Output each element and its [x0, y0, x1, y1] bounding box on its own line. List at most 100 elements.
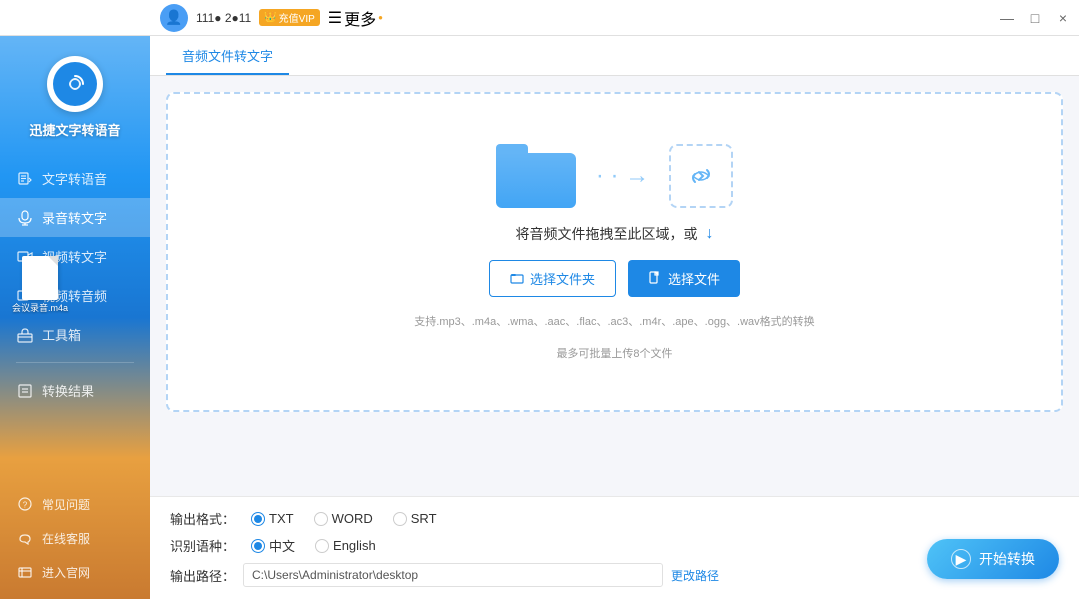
upload-limit: 最多可批量上传8个文件 [556, 345, 672, 361]
official-website-icon [16, 563, 34, 581]
folder-icon [496, 144, 576, 208]
record-to-text-icon [16, 209, 34, 227]
format-label: 输出格式： [170, 509, 235, 528]
content-area: 音频文件转文字 · · → [150, 36, 1079, 599]
tab-audio-to-text[interactable]: 音频文件转文字 [166, 36, 289, 75]
language-option-english[interactable]: English [315, 538, 376, 553]
sidebar-item-label-online-service: 在线客服 [42, 530, 90, 547]
close-button[interactable]: × [1055, 10, 1071, 26]
online-service-icon [16, 529, 34, 547]
upload-hint-text: 将音频文件拖拽至此区域，或 [516, 224, 698, 244]
output-label: 输出路径： [170, 566, 235, 585]
select-file-label: 选择文件 [668, 269, 720, 288]
user-avatar: 👤 [160, 4, 188, 32]
play-icon: ▶ [951, 549, 971, 569]
sidebar-item-label-convert-results: 转换结果 [42, 381, 94, 400]
user-info: 111● 2●11 [196, 11, 251, 25]
sidebar-item-label-official-website: 进入官网 [42, 564, 90, 581]
language-label-english: English [333, 538, 376, 553]
sidebar-item-label-text-to-speech: 文字转语音 [42, 169, 107, 188]
main-layout: 会议录音.m4a 迅捷文字转语音 [0, 36, 1079, 599]
language-option-chinese[interactable]: 中文 [251, 536, 295, 555]
format-label-txt: TXT [269, 511, 294, 526]
sidebar-item-label-record-to-text: 录音转文字 [42, 208, 107, 227]
format-option-word[interactable]: WORD [314, 511, 373, 526]
upload-hint-arrow: ↓ [706, 225, 714, 243]
more-button[interactable]: ☰ 更多 ● [328, 6, 383, 30]
language-radio-english [315, 539, 329, 553]
file-fold [48, 256, 58, 266]
maximize-button[interactable]: □ [1027, 10, 1043, 26]
format-label-word: WORD [332, 511, 373, 526]
format-setting-row: 输出格式： TXT WORD SRT [170, 509, 1059, 528]
sidebar-item-faq[interactable]: ? 常见问题 [0, 487, 150, 521]
select-file-button[interactable]: 选择文件 [628, 260, 740, 297]
format-radio-word [314, 512, 328, 526]
nav-divider [16, 362, 134, 363]
upload-dropzone[interactable]: · · → 将音频文件拖拽至此区域 [166, 92, 1063, 412]
convert-symbol-svg [685, 160, 717, 192]
window-controls: — □ × [999, 10, 1071, 26]
sidebar-item-text-to-speech[interactable]: 文字转语音 [0, 159, 150, 198]
vip-badge[interactable]: 👑 充值VIP [259, 9, 320, 26]
title-bar: 👤 111● 2●11 👑 充值VIP ☰ 更多 ● — □ × [0, 0, 1079, 36]
format-radio-srt [393, 512, 407, 526]
language-label-chinese: 中文 [269, 536, 295, 555]
toolbox-icon [16, 326, 34, 344]
app-logo [47, 56, 103, 112]
start-button-area: ▶ 开始转换 [927, 539, 1059, 579]
faq-icon: ? [16, 495, 34, 513]
vip-icon: 👑 [264, 12, 276, 23]
desktop-file-icon[interactable]: 会议录音.m4a [10, 256, 70, 314]
minimize-button[interactable]: — [999, 10, 1015, 26]
username: 111● 2●11 [196, 11, 251, 25]
sidebar-item-online-service[interactable]: 在线客服 [0, 521, 150, 555]
sidebar-item-toolbox[interactable]: 工具箱 [0, 315, 150, 354]
start-convert-label: 开始转换 [979, 549, 1035, 569]
start-convert-button[interactable]: ▶ 开始转换 [927, 539, 1059, 579]
output-path-row: 输出路径： 更改路径 [170, 563, 1059, 587]
sidebar: 会议录音.m4a 迅捷文字转语音 [0, 36, 150, 599]
upload-buttons: 选择文件夹 选择文件 [489, 260, 740, 297]
sidebar-item-label-faq: 常见问题 [42, 496, 90, 513]
sidebar-item-label-toolbox: 工具箱 [42, 325, 81, 344]
app-title: 迅捷文字转语音 [29, 120, 120, 139]
file-icon-label: 会议录音.m4a [12, 303, 68, 314]
upload-icons: · · → [496, 144, 733, 208]
language-radio-chinese [251, 539, 265, 553]
tab-audio-to-text-label: 音频文件转文字 [182, 46, 273, 65]
language-label: 识别语种： [170, 536, 235, 555]
format-option-txt[interactable]: TXT [251, 511, 294, 526]
title-bar-left: 👤 111● 2●11 👑 充值VIP ☰ 更多 ● [0, 4, 383, 32]
nav-bottom: ? 常见问题 在线客服 进入官网 [0, 487, 150, 599]
dot-icon: ● [378, 13, 383, 22]
sidebar-item-record-to-text[interactable]: 录音转文字 [0, 198, 150, 237]
arrow-right-icon: · · → [596, 162, 649, 190]
text-to-speech-icon [16, 170, 34, 188]
logo-svg [61, 70, 89, 98]
sidebar-content: 迅捷文字转语音 文字转语音 录音转文字 [0, 56, 150, 599]
sidebar-item-convert-results[interactable]: 转换结果 [0, 371, 150, 410]
output-path-input[interactable] [243, 563, 663, 587]
content-wrapper: · · → 将音频文件拖拽至此区域 [150, 76, 1079, 599]
folder-body [496, 153, 576, 208]
change-path-button[interactable]: 更改路径 [671, 567, 719, 584]
language-radio-group: 中文 English [251, 536, 376, 555]
file-shape [22, 256, 58, 300]
select-folder-button[interactable]: 选择文件夹 [489, 260, 616, 297]
sidebar-item-official-website[interactable]: 进入官网 [0, 555, 150, 589]
tab-bar: 音频文件转文字 [150, 36, 1079, 76]
language-setting-row: 识别语种： 中文 English [170, 536, 1059, 555]
format-option-srt[interactable]: SRT [393, 511, 437, 526]
folder-button-icon [510, 271, 524, 285]
vip-label: 充值VIP [279, 10, 315, 25]
file-button-icon [648, 271, 662, 285]
more-label: 更多 [344, 6, 376, 30]
hamburger-icon: ☰ [328, 8, 342, 28]
format-label-srt: SRT [411, 511, 437, 526]
convert-icon [669, 144, 733, 208]
format-radio-group: TXT WORD SRT [251, 511, 437, 526]
upload-formats: 支持.mp3、.m4a、.wma、.aac、.flac、.ac3、.m4r、.a… [414, 313, 814, 329]
svg-text:?: ? [23, 501, 28, 510]
format-radio-txt [251, 512, 265, 526]
